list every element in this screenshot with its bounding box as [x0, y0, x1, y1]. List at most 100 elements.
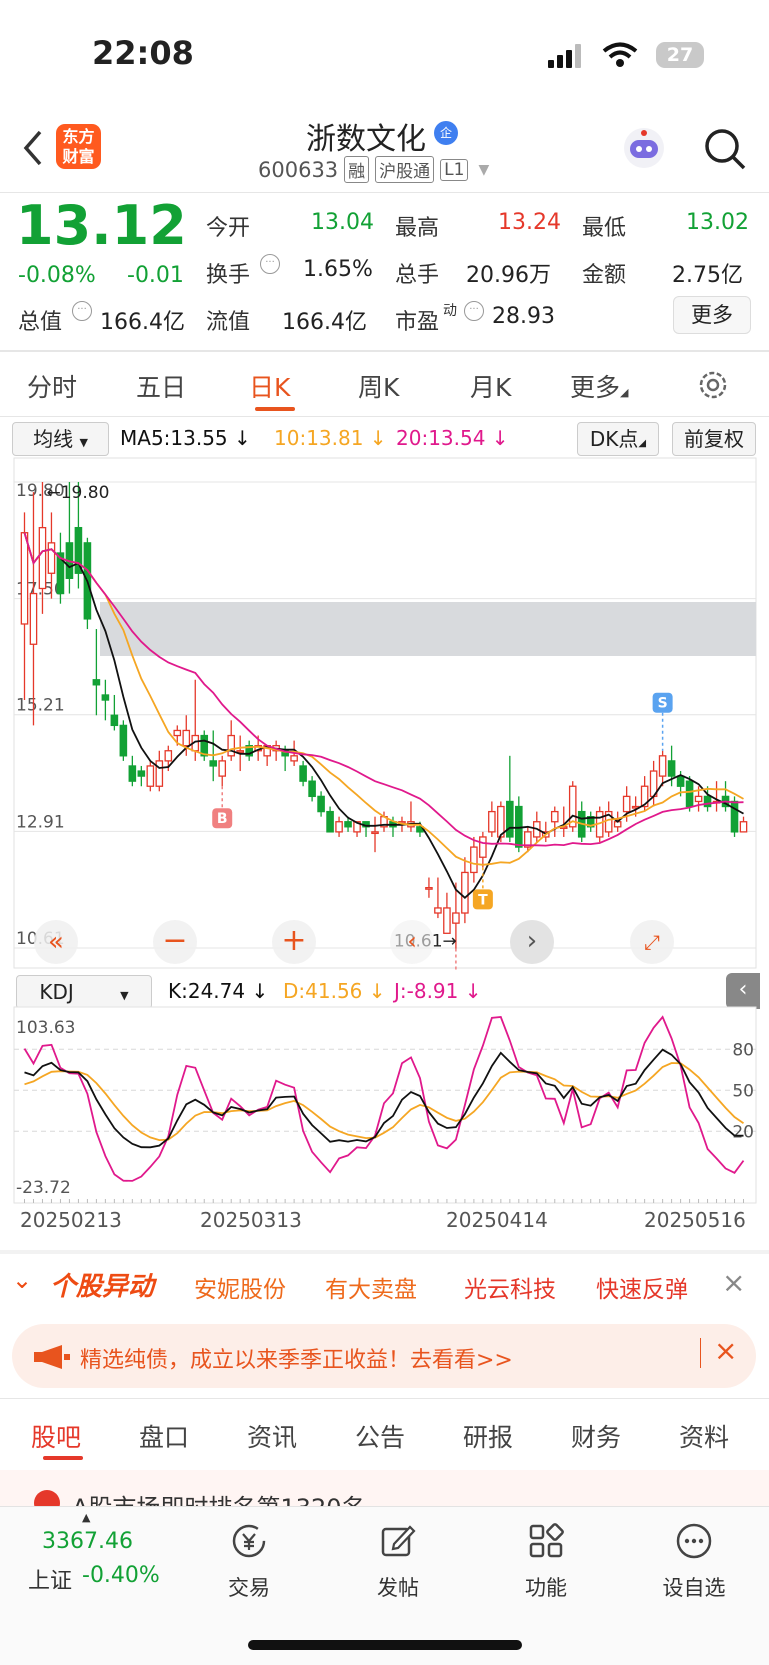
- kdj-d-value: D:41.56 ↓: [283, 979, 386, 1003]
- fast-rewind-button[interactable]: «: [34, 920, 78, 964]
- divider: [0, 1398, 769, 1399]
- index-name: 上证: [28, 1569, 73, 1594]
- pe-value: 28.93: [492, 304, 555, 329]
- nav-functions[interactable]: 功能: [506, 1521, 586, 1602]
- ticker-item[interactable]: 光云科技: [464, 1270, 556, 1304]
- divider: [700, 1338, 701, 1368]
- tab-announcements[interactable]: 公告: [355, 1418, 405, 1454]
- compose-icon: [381, 1525, 416, 1557]
- tab-research[interactable]: 研报: [463, 1418, 513, 1454]
- collapse-panel-button[interactable]: ‹: [726, 973, 760, 1009]
- candle-body: [676, 775, 685, 787]
- next-button[interactable]: ›: [510, 920, 554, 964]
- tab-pankou[interactable]: 盘口: [139, 1418, 189, 1454]
- banner-text: 精选纯债，成立以来季季正收益！去看看>>: [80, 1348, 513, 1373]
- low-label: 最低: [582, 216, 627, 241]
- candle-body: [29, 592, 38, 645]
- zoom-out-button[interactable]: −: [153, 920, 197, 964]
- candle-body: [92, 679, 101, 686]
- divider: [0, 416, 769, 417]
- volume-value: 20.96万: [466, 263, 551, 288]
- ticker-item[interactable]: 安妮股份: [194, 1270, 286, 1304]
- tab-finance[interactable]: 财务: [571, 1418, 621, 1454]
- candle-body: [128, 765, 137, 782]
- caret-icon: ◢: [620, 386, 629, 399]
- info-icon[interactable]: ···: [72, 301, 92, 321]
- info-icon[interactable]: ···: [260, 254, 280, 274]
- nav-trade[interactable]: 交易: [209, 1521, 289, 1602]
- nav-post[interactable]: 发帖: [358, 1521, 438, 1602]
- float-label: 流值: [206, 310, 251, 335]
- zoom-in-button[interactable]: +: [272, 920, 316, 964]
- high-label: 最高: [395, 216, 440, 241]
- kdj-k-value: K:24.74 ↓: [168, 979, 269, 1003]
- promo-banner[interactable]: 精选纯债，成立以来季季正收益！去看看>> ×: [12, 1324, 756, 1388]
- candle-body: [155, 760, 164, 787]
- signal-label: S: [658, 696, 668, 712]
- last-price: 13.12: [16, 194, 187, 257]
- prev-button[interactable]: ‹: [390, 920, 434, 964]
- ma-select[interactable]: 均线 ▼: [12, 422, 109, 456]
- candle-body: [47, 542, 56, 574]
- change-percent: -0.08%: [18, 263, 96, 288]
- open-label: 今开: [206, 216, 251, 241]
- index-value[interactable]: 3367.46: [42, 1529, 133, 1554]
- tab-profile[interactable]: 资料: [679, 1418, 729, 1454]
- indicator-select[interactable]: KDJ ▼: [16, 975, 152, 1009]
- candle-body: [218, 760, 227, 777]
- stock-code-row[interactable]: 600633 融 沪股通 L1 ▼: [258, 156, 489, 183]
- tab-daily-k[interactable]: 日K: [249, 368, 290, 404]
- tab-news[interactable]: 资讯: [247, 1418, 297, 1454]
- adjust-button[interactable]: 前复权: [672, 422, 756, 456]
- turnover-value: 1.65%: [303, 257, 373, 282]
- pe-superscript: 动: [443, 303, 457, 319]
- divider: [0, 350, 769, 352]
- tab-guba[interactable]: 股吧: [31, 1418, 81, 1454]
- megaphone-icon: [34, 1345, 70, 1369]
- info-icon[interactable]: ···: [464, 301, 484, 321]
- search-icon[interactable]: [702, 126, 748, 172]
- tab-intraday[interactable]: 分时: [27, 368, 77, 404]
- stock-name: 浙数文化: [306, 122, 426, 157]
- assistant-robot-icon[interactable]: [620, 124, 668, 172]
- app-logo: 东方财富: [56, 124, 101, 169]
- candle-body: [371, 831, 379, 835]
- tab-monthly-k[interactable]: 月K: [470, 368, 511, 404]
- grid-apps-icon: [529, 1523, 564, 1558]
- candle-body: [335, 821, 343, 833]
- kdj-level-label: 20: [732, 1122, 754, 1142]
- chevron-down-icon[interactable]: ⌄: [12, 1266, 32, 1294]
- candlestick-chart[interactable]: 19.8017.5015.2112.9110.61 ←19.8010.61→BB…: [0, 456, 769, 970]
- tab-five-day[interactable]: 五日: [136, 368, 186, 404]
- dk-point-button[interactable]: DK点◢: [577, 422, 659, 456]
- ranking-row[interactable]: A股市场即时排名第1320名: [0, 1470, 769, 1506]
- ranking-icon: [34, 1490, 60, 1506]
- candle-body: [622, 795, 631, 813]
- y-tick-label: 15.21: [16, 696, 65, 716]
- turnover-label: 换手: [206, 263, 251, 288]
- nav-add-watchlist[interactable]: 设自选: [654, 1521, 734, 1602]
- more-circle-icon: [676, 1523, 712, 1559]
- float-value: 166.4亿: [282, 310, 367, 335]
- date-label: 20250313: [200, 1208, 302, 1232]
- kdj-top-label: 103.63: [16, 1018, 75, 1038]
- close-icon[interactable]: ×: [722, 1266, 745, 1299]
- ticker-item[interactable]: 快速反弹: [596, 1270, 688, 1304]
- tab-weekly-k[interactable]: 周K: [358, 368, 399, 404]
- ticker-item[interactable]: 有大卖盘: [325, 1270, 417, 1304]
- settings-gear-icon[interactable]: [696, 368, 730, 402]
- more-button[interactable]: 更多: [673, 296, 751, 334]
- ticker-title: 个股异动: [50, 1272, 155, 1302]
- close-icon[interactable]: ×: [714, 1334, 737, 1367]
- stock-code: 600633: [258, 157, 339, 182]
- candle-body: [694, 795, 703, 803]
- candle-body: [506, 800, 514, 838]
- tab-more[interactable]: 更多◢: [570, 368, 628, 404]
- fullscreen-icon[interactable]: ⤢: [630, 920, 674, 964]
- candle-body: [182, 729, 191, 747]
- back-icon[interactable]: [18, 128, 48, 168]
- margin-tag: 融: [344, 156, 370, 183]
- candle-body: [658, 755, 667, 777]
- battery-icon: 27: [656, 42, 704, 68]
- mktcap-label: 总值: [18, 310, 63, 335]
